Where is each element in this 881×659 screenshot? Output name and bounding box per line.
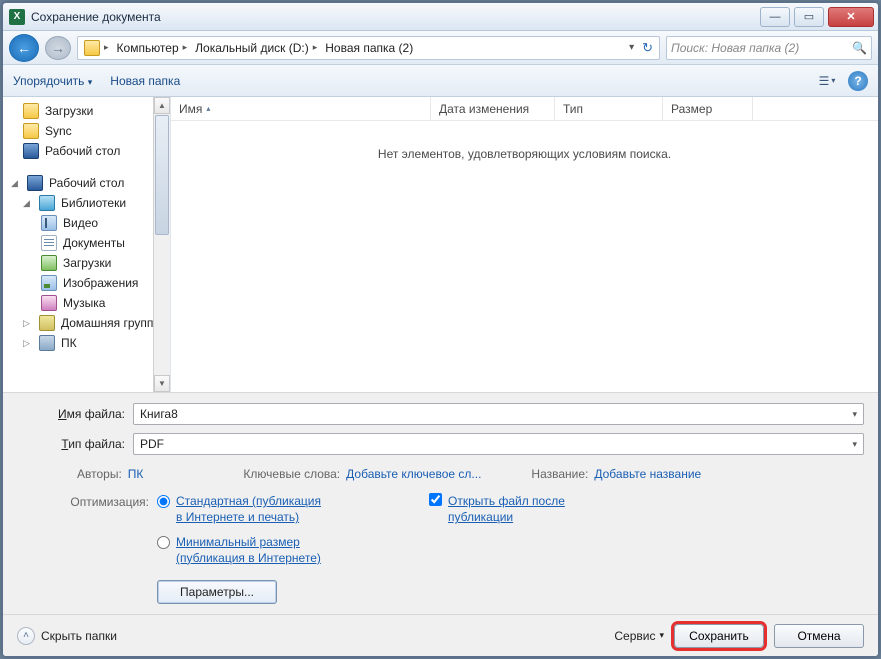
scroll-thumb[interactable] [155, 115, 169, 235]
radio-standard[interactable] [157, 495, 170, 508]
filename-label: Имя файла: [17, 407, 125, 421]
column-date[interactable]: Дата изменения [431, 97, 555, 120]
breadcrumb-new-folder[interactable]: Новая папка (2) [321, 41, 417, 55]
save-dialog-window: X Сохранение документа — ▭ ✕ ← → ▸ Компь… [2, 2, 879, 657]
file-list-pane: Имя▴ Дата изменения Тип Размер Нет элеме… [171, 97, 878, 392]
filetype-select[interactable]: PDF▾ [133, 433, 864, 455]
hide-folders-button[interactable]: ˄ Скрыть папки [17, 627, 117, 645]
window-title: Сохранение документа [31, 10, 760, 24]
homegroup-icon [39, 315, 55, 331]
sidebar-item-music[interactable]: Музыка [3, 293, 170, 313]
search-icon: 🔍 [852, 41, 867, 55]
dialog-footer: ˄ Скрыть папки Сервис ▾ Сохранить Отмена [3, 614, 878, 656]
sidebar-item-desktop-root[interactable]: ◢Рабочий стол [3, 173, 170, 193]
column-name[interactable]: Имя▴ [171, 97, 431, 120]
image-icon [41, 275, 57, 291]
refresh-icon[interactable]: ↻ [638, 40, 657, 56]
sort-indicator-icon: ▴ [206, 104, 210, 113]
scroll-up-button[interactable]: ▲ [154, 97, 170, 114]
video-icon [41, 215, 57, 231]
search-input[interactable]: Поиск: Новая папка (2) 🔍 [666, 36, 872, 60]
filetype-label: Тип файла: [17, 437, 125, 451]
checkbox-open-after-label[interactable]: Открыть файл после публикации [448, 493, 578, 525]
desktop-icon [23, 143, 39, 159]
authors-label: Авторы: [77, 467, 122, 481]
pc-icon [39, 335, 55, 351]
cancel-button[interactable]: Отмена [774, 624, 864, 648]
maximize-button[interactable]: ▭ [794, 7, 824, 27]
sidebar-item-desktop-1[interactable]: Рабочий стол [3, 141, 170, 161]
service-menu[interactable]: Сервис ▾ [614, 629, 664, 643]
column-type[interactable]: Тип [555, 97, 663, 120]
sidebar-item-sync[interactable]: Sync [3, 121, 170, 141]
title-bar: X Сохранение документа — ▭ ✕ [3, 3, 878, 31]
back-button[interactable]: ← [9, 34, 39, 62]
save-button[interactable]: Сохранить [674, 624, 764, 648]
filename-input[interactable]: Книга8▾ [133, 403, 864, 425]
document-icon [41, 235, 57, 251]
sidebar-item-images[interactable]: Изображения [3, 273, 170, 293]
libraries-icon [39, 195, 55, 211]
authors-value[interactable]: ПК [128, 467, 144, 481]
sidebar-item-video[interactable]: Видео [3, 213, 170, 233]
sidebar-item-homegroup[interactable]: ▷Домашняя групп [3, 313, 170, 333]
folder-icon [23, 103, 39, 119]
folder-tree: Загрузки Sync Рабочий стол ◢Рабочий стол… [3, 97, 171, 392]
breadcrumb-computer[interactable]: Компьютер ▸ [113, 41, 192, 55]
folder-icon [84, 40, 100, 56]
column-size[interactable]: Размер [663, 97, 753, 120]
radio-minimal-label[interactable]: Минимальный размер (публикация в Интерне… [176, 534, 321, 566]
save-options-panel: Имя файла: Книга8▾ Тип файла: PDF▾ Автор… [3, 392, 878, 614]
chevron-down-icon[interactable]: ▾ [852, 409, 857, 420]
sidebar-item-downloads[interactable]: Загрузки [3, 101, 170, 121]
keywords-label: Ключевые слова: [243, 467, 340, 481]
radio-standard-label[interactable]: Стандартная (публикация в Интернете и пе… [176, 493, 321, 525]
sidebar-item-documents[interactable]: Документы [3, 233, 170, 253]
view-mode-button[interactable]: ☰ ▾ [816, 71, 838, 91]
title-label: Название: [531, 467, 588, 481]
chevron-up-icon: ˄ [17, 627, 35, 645]
keywords-value[interactable]: Добавьте ключевое сл... [346, 467, 481, 481]
music-icon [41, 295, 57, 311]
close-button[interactable]: ✕ [828, 7, 874, 27]
sidebar-item-pc[interactable]: ▷ПК [3, 333, 170, 353]
empty-message: Нет элементов, удовлетворяющих условиям … [171, 121, 878, 392]
parameters-button[interactable]: Параметры... [157, 580, 277, 604]
chevron-down-icon[interactable]: ▾ [852, 439, 857, 450]
sidebar-item-downloads-2[interactable]: Загрузки [3, 253, 170, 273]
checkbox-open-after[interactable] [429, 493, 442, 506]
sidebar-item-libraries[interactable]: ◢Библиотеки [3, 193, 170, 213]
column-headers: Имя▴ Дата изменения Тип Размер [171, 97, 878, 121]
title-value[interactable]: Добавьте название [594, 467, 701, 481]
breadcrumb-drive-d[interactable]: Локальный диск (D:) ▸ [191, 41, 321, 55]
organize-menu[interactable]: Упорядочить ▾ [13, 74, 92, 88]
app-icon: X [9, 9, 25, 25]
toolbar: Упорядочить ▾ Новая папка ☰ ▾ ? [3, 65, 878, 97]
forward-button[interactable]: → [45, 36, 71, 60]
breadcrumb-dropdown[interactable]: ▾ [625, 42, 638, 53]
sidebar-scrollbar[interactable]: ▲ ▼ [153, 97, 170, 392]
scroll-down-button[interactable]: ▼ [154, 375, 170, 392]
nav-bar: ← → ▸ Компьютер ▸ Локальный диск (D:) ▸ … [3, 31, 878, 65]
breadcrumb-bar[interactable]: ▸ Компьютер ▸ Локальный диск (D:) ▸ Нова… [77, 36, 660, 60]
download-icon [41, 255, 57, 271]
new-folder-button[interactable]: Новая папка [110, 74, 180, 88]
optimize-label: Оптимизация: [17, 493, 149, 509]
help-button[interactable]: ? [848, 71, 868, 91]
folder-icon [23, 123, 39, 139]
minimize-button[interactable]: — [760, 7, 790, 27]
radio-minimal[interactable] [157, 536, 170, 549]
desktop-icon [27, 175, 43, 191]
content-area: Загрузки Sync Рабочий стол ◢Рабочий стол… [3, 97, 878, 392]
